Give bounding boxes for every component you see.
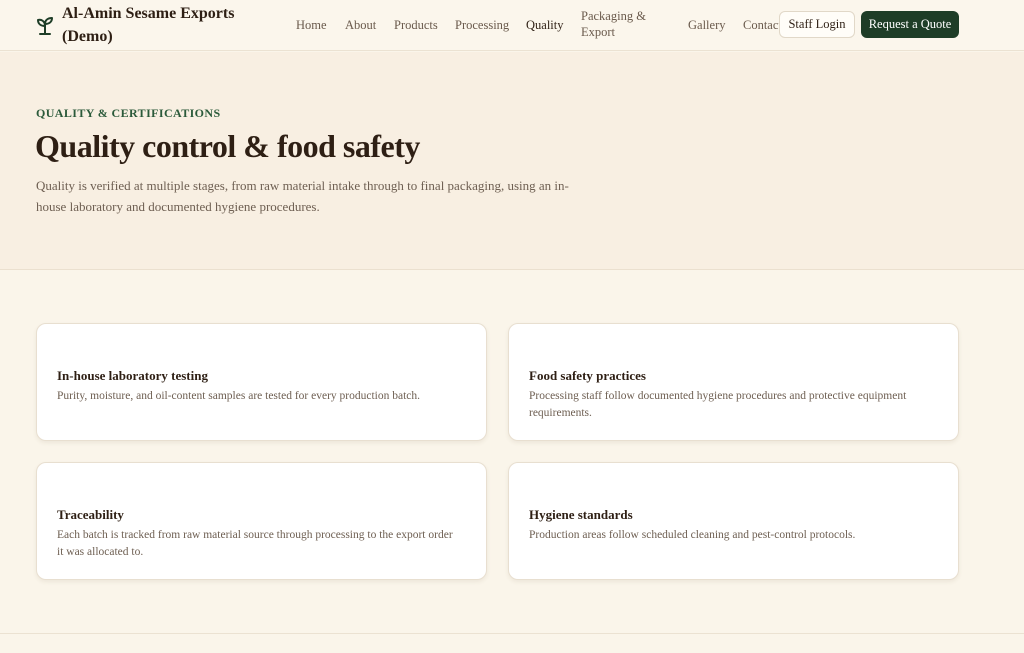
sprout-icon — [36, 14, 56, 36]
card-body: Production areas follow scheduled cleani… — [529, 529, 856, 541]
staff-login-button[interactable]: Staff Login — [779, 11, 855, 38]
card-food-safety: Food safety practices Processing staff f… — [508, 323, 959, 441]
nav-products[interactable]: Products — [394, 17, 438, 33]
card-body: Each batch is tracked from raw material … — [57, 529, 453, 558]
card-title: Traceability — [57, 507, 124, 522]
nav-home[interactable]: Home — [296, 17, 327, 33]
card-title: Food safety practices — [529, 368, 646, 383]
nav-processing[interactable]: Processing — [455, 17, 509, 33]
card-traceability: Traceability Each batch is tracked from … — [36, 462, 487, 580]
nav-contact[interactable]: Contact — [743, 17, 782, 33]
page-title: Quality control & food safety — [35, 128, 420, 164]
request-quote-button[interactable]: Request a Quote — [861, 11, 959, 38]
card-hygiene: Hygiene standards Production areas follo… — [508, 462, 959, 580]
card-title: In-house laboratory testing — [57, 368, 208, 383]
brand-name: Al-Amin Sesame Exports (Demo) — [62, 5, 235, 45]
brand[interactable]: Al-Amin Sesame Exports (Demo) — [36, 2, 262, 48]
card-body: Purity, moisture, and oil-content sample… — [57, 390, 420, 402]
nav-gallery[interactable]: Gallery — [688, 17, 725, 33]
site-header: Al-Amin Sesame Exports (Demo) Home About… — [0, 0, 1024, 51]
section-eyebrow: QUALITY & CERTIFICATIONS — [36, 106, 221, 120]
section-divider — [0, 633, 1024, 653]
card-lab-testing: In-house laboratory testing Purity, mois… — [36, 323, 487, 441]
page-description: Quality is verified at multiple stages, … — [36, 178, 569, 214]
nav-quality[interactable]: Quality — [526, 17, 564, 33]
card-body: Processing staff follow documented hygie… — [529, 390, 907, 419]
nav-about[interactable]: About — [345, 17, 376, 33]
hero-section: QUALITY & CERTIFICATIONS Quality control… — [0, 52, 1024, 270]
card-title: Hygiene standards — [529, 507, 633, 522]
nav-packaging-export[interactable]: Packaging & Export — [581, 8, 661, 40]
